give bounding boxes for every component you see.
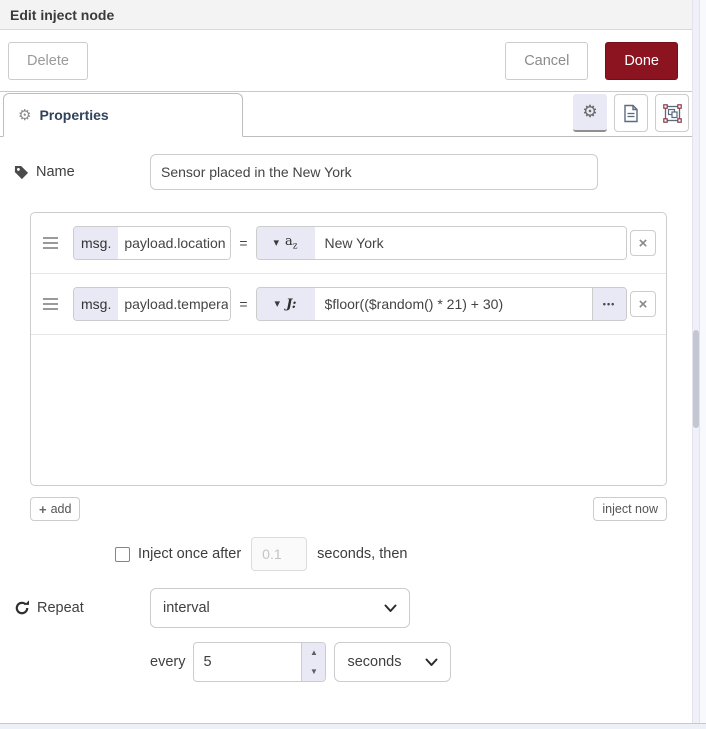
interval-row: every ▲ ▼ seconds bbox=[150, 642, 706, 682]
msg-prefix-label: msg. bbox=[74, 288, 119, 320]
chevron-down-icon bbox=[425, 658, 438, 666]
spinner-up-button[interactable]: ▲ bbox=[302, 643, 325, 662]
drag-handle-icon[interactable] bbox=[39, 303, 61, 305]
repeat-label: Repeat bbox=[14, 600, 150, 616]
ellipsis-icon: ••• bbox=[602, 299, 616, 309]
set-properties-list: msg. = ▾ az × msg. = bbox=[30, 212, 667, 486]
inject-now-button[interactable]: inject now bbox=[593, 497, 667, 521]
toolbar-right-group: Cancel Done bbox=[505, 41, 678, 80]
inject-once-row: Inject once after seconds, then bbox=[115, 537, 706, 571]
value-input[interactable] bbox=[314, 288, 592, 320]
plus-icon: + bbox=[39, 501, 47, 517]
unit-selected-value: seconds bbox=[347, 654, 402, 670]
done-button[interactable]: Done bbox=[605, 41, 678, 80]
value-input[interactable] bbox=[314, 227, 626, 259]
repeat-icon bbox=[15, 600, 29, 615]
spinner-down-button[interactable]: ▼ bbox=[302, 662, 325, 681]
interval-value-wrap: ▲ ▼ bbox=[193, 642, 327, 682]
repeat-label-text: Repeat bbox=[37, 600, 84, 616]
close-icon: × bbox=[638, 295, 648, 313]
vertical-scrollbar bbox=[692, 0, 700, 723]
name-row: Name bbox=[14, 152, 706, 192]
interval-unit-select[interactable]: seconds bbox=[334, 642, 452, 682]
tab-properties[interactable]: ⚙ Properties bbox=[3, 93, 243, 137]
inject-once-label: Inject once after bbox=[138, 546, 242, 562]
caret-down-icon: ▾ bbox=[273, 236, 280, 249]
type-select-button[interactable]: ▾ az bbox=[256, 227, 315, 259]
document-icon bbox=[624, 104, 638, 122]
inject-once-checkbox[interactable] bbox=[115, 546, 130, 562]
type-select-button[interactable]: ▾ J: bbox=[256, 288, 315, 320]
right-gutter bbox=[700, 0, 706, 723]
expand-expression-button[interactable]: ••• bbox=[591, 288, 626, 320]
rule-row-location: msg. = ▾ az × bbox=[31, 213, 666, 274]
dialog-title: Edit inject node bbox=[10, 6, 115, 23]
name-label-text: Name bbox=[36, 164, 75, 180]
chevron-down-icon bbox=[384, 604, 397, 612]
gear-icon: ⚙ bbox=[18, 107, 32, 124]
number-spinner: ▲ ▼ bbox=[301, 643, 326, 681]
property-key-input[interactable] bbox=[118, 227, 231, 259]
equals-sign: = bbox=[239, 235, 248, 251]
typed-value-field: ▾ J: ••• bbox=[255, 287, 627, 321]
scrollbar-thumb[interactable] bbox=[693, 330, 699, 428]
msg-prefix-label: msg. bbox=[74, 227, 119, 259]
once-delay-input[interactable] bbox=[251, 537, 308, 571]
gear-icon: ⚙ bbox=[582, 102, 598, 121]
description-tab-button[interactable] bbox=[614, 94, 648, 132]
drag-handle-icon[interactable] bbox=[39, 242, 61, 244]
tag-icon bbox=[14, 165, 29, 179]
delete-button[interactable]: Delete bbox=[8, 41, 88, 80]
name-label: Name bbox=[14, 164, 150, 180]
add-rule-button[interactable]: + add bbox=[30, 497, 81, 521]
property-target-field: msg. bbox=[73, 226, 232, 260]
repeat-row: Repeat interval bbox=[14, 588, 706, 628]
caret-down-icon: ▾ bbox=[274, 297, 281, 310]
name-input[interactable] bbox=[150, 154, 598, 190]
rule-row-temperature: msg. = ▾ J: ••• × bbox=[31, 274, 666, 335]
dialog-header: Edit inject node bbox=[0, 0, 706, 30]
dialog-toolbar: Delete Cancel Done bbox=[0, 30, 706, 92]
close-icon: × bbox=[638, 234, 648, 252]
seconds-then-label: seconds, then bbox=[317, 546, 408, 562]
property-target-field: msg. bbox=[73, 287, 232, 321]
cancel-button[interactable]: Cancel bbox=[505, 41, 589, 80]
properties-form: Name msg. = ▾ az × bbox=[0, 137, 706, 723]
tab-icon-buttons: ⚙ bbox=[573, 94, 689, 132]
appearance-tab-button[interactable] bbox=[655, 94, 689, 132]
add-button-label: add bbox=[50, 502, 72, 516]
repeat-selected-value: interval bbox=[163, 600, 210, 616]
typed-value-field: ▾ az bbox=[255, 226, 627, 260]
property-key-input[interactable] bbox=[118, 288, 231, 320]
repeat-type-select[interactable]: interval bbox=[150, 588, 410, 628]
equals-sign: = bbox=[239, 296, 248, 312]
appearance-icon bbox=[662, 103, 682, 123]
properties-tab-button[interactable]: ⚙ bbox=[573, 94, 607, 132]
remove-rule-button[interactable]: × bbox=[630, 291, 656, 317]
remove-rule-button[interactable]: × bbox=[630, 230, 656, 256]
expression-type-icon: J: bbox=[286, 296, 297, 312]
list-footer: + add inject now bbox=[30, 497, 667, 521]
tab-properties-label: Properties bbox=[39, 107, 109, 123]
string-type-icon: az bbox=[285, 233, 298, 252]
dialog-bottom-edge bbox=[0, 723, 706, 729]
every-label: every bbox=[150, 654, 186, 670]
editor-tabstrip: ⚙ Properties ⚙ bbox=[0, 92, 706, 137]
